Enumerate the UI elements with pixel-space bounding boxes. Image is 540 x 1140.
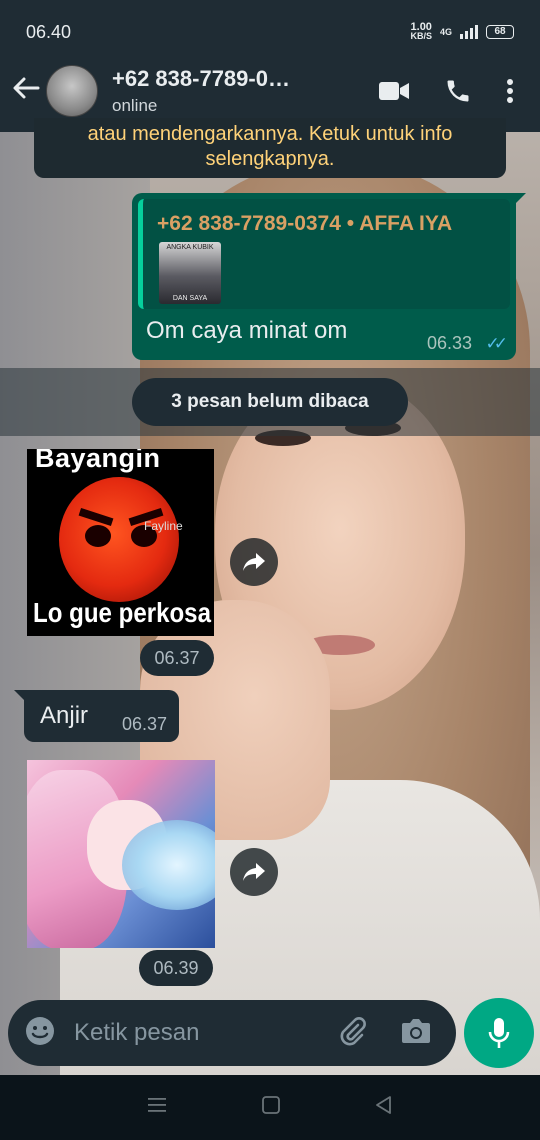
- quoted-message[interactable]: +62 838-7789-0374 • AFFA IYA ANGKA KUBIK…: [138, 199, 510, 309]
- emoji-icon[interactable]: [24, 1015, 56, 1052]
- message-time: 06.37: [121, 714, 167, 734]
- read-ticks-icon: ✓✓: [485, 334, 508, 353]
- video-call-icon[interactable]: [378, 80, 410, 102]
- attach-icon[interactable]: [336, 1015, 368, 1052]
- sticker-image[interactable]: Bayangin Fayline Lo gue perkosa: [27, 449, 214, 636]
- message-text: Om caya minat om: [146, 317, 348, 344]
- quoted-sender: +62 838-7789-0374 • AFFA IYA: [157, 212, 453, 235]
- header-actions: [378, 77, 514, 105]
- message-input[interactable]: Ketik pesan: [74, 1019, 199, 1047]
- status-icons: 1.00 KB/S 4G 68: [410, 22, 514, 41]
- system-nav-bar: [0, 1075, 540, 1140]
- incoming-message[interactable]: Anjir 06.37: [14, 690, 179, 742]
- sticker-time: 06.37: [140, 640, 214, 676]
- forward-icon[interactable]: [230, 848, 278, 896]
- message-time: 06.33: [426, 333, 472, 353]
- network-speed-unit: KB/S: [410, 31, 432, 41]
- message-composer[interactable]: Ketik pesan: [8, 1000, 456, 1066]
- sticker-water-splash: [122, 820, 215, 910]
- quoted-thumb-caption-bottom: DAN SAYA: [172, 295, 208, 302]
- sticker-red-face: [59, 477, 179, 602]
- back-arrow-icon[interactable]: [6, 74, 46, 108]
- more-options-icon[interactable]: [506, 78, 514, 104]
- battery-icon: 68: [486, 25, 514, 39]
- camera-icon[interactable]: [400, 1017, 432, 1050]
- sticker-watermark: Fayline: [144, 519, 183, 533]
- contact-name: +62 838-7789-0…: [112, 66, 290, 91]
- sticker-bottom-text: Lo gue perkosa: [33, 597, 211, 628]
- network-type: 4G: [439, 27, 452, 37]
- back-nav-icon[interactable]: [374, 1095, 394, 1120]
- mic-button[interactable]: [464, 998, 534, 1068]
- message-text: Anjir: [40, 702, 89, 729]
- quoted-image-thumbnail: ANGKA KUBIK DAN SAYA: [159, 242, 221, 304]
- outgoing-message[interactable]: +62 838-7789-0374 • AFFA IYA ANGKA KUBIK…: [132, 193, 526, 360]
- sticker-image[interactable]: [27, 760, 215, 948]
- composer-actions: [336, 1015, 432, 1052]
- forward-icon[interactable]: [230, 538, 278, 586]
- contact-info[interactable]: +62 838-7789-0… online: [112, 66, 344, 116]
- unread-messages-banner: 3 pesan belum dibaca: [132, 378, 408, 426]
- sticker-time: 06.39: [139, 950, 213, 986]
- quoted-thumb-caption-top: ANGKA KUBIK: [166, 244, 214, 251]
- sticker-top-text: Bayangin: [35, 449, 161, 473]
- signal-icon: [460, 25, 478, 39]
- voice-call-icon[interactable]: [444, 77, 472, 105]
- encryption-notice-line2: selengkapnya.: [205, 148, 335, 170]
- encryption-notice[interactable]: atau mendengarkannya. Ketuk untuk info s…: [34, 118, 506, 178]
- microphone-icon: [488, 1018, 510, 1048]
- encryption-notice-line1: atau mendengarkannya. Ketuk untuk info: [87, 123, 453, 145]
- sticker-eye: [85, 525, 111, 547]
- contact-status: online: [112, 96, 158, 115]
- recent-apps-icon[interactable]: [146, 1096, 168, 1119]
- network-speed: 1.00 KB/S: [410, 22, 432, 41]
- home-icon[interactable]: [261, 1095, 281, 1120]
- status-time: 06.40: [26, 21, 72, 42]
- avatar[interactable]: [46, 65, 98, 117]
